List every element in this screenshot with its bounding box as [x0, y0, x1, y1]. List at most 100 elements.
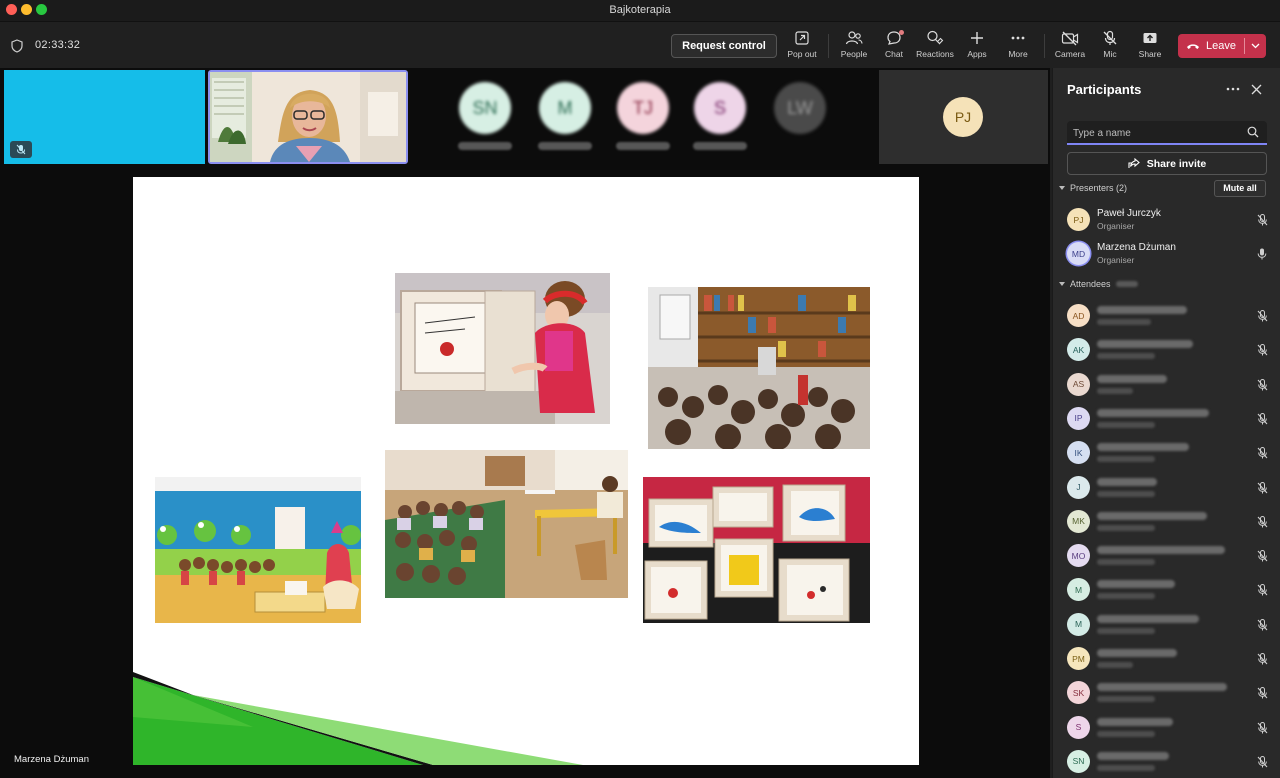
camera-label: Camera — [1054, 49, 1086, 59]
chat-button[interactable]: Chat — [872, 28, 916, 66]
participant-tile-shared[interactable] — [4, 70, 205, 164]
mic-off-icon[interactable] — [1257, 481, 1268, 499]
participant-role: Organiser — [1097, 221, 1135, 231]
mic-off-icon[interactable] — [1257, 549, 1268, 567]
mic-off-icon[interactable] — [1257, 343, 1268, 361]
strip-participant[interactable]: M — [535, 82, 595, 152]
meeting-stage: SN M TJ S LW PJ Marzena Dżuman — [0, 68, 1050, 778]
strip-participant-name-blurred — [458, 142, 512, 150]
strip-participant-name-blurred — [693, 142, 747, 150]
participant-role-blurred — [1097, 662, 1133, 668]
mic-off-icon[interactable] — [1257, 721, 1268, 739]
participant-row[interactable]: AD — [1067, 300, 1272, 332]
participant-name-blurred — [1097, 546, 1225, 555]
participant-row[interactable]: IK — [1067, 437, 1272, 469]
participant-row[interactable]: MD Marzena Dżuman Organiser — [1067, 238, 1272, 270]
people-button[interactable]: People — [832, 28, 876, 70]
participant-row[interactable]: AS — [1067, 369, 1272, 401]
participant-name-blurred — [1097, 717, 1173, 726]
mute-all-button[interactable]: Mute all — [1214, 180, 1266, 197]
participant-row[interactable]: M — [1067, 574, 1272, 606]
apps-icon — [971, 32, 983, 44]
leave-label: Leave — [1206, 40, 1236, 52]
strip-participant[interactable]: SN — [455, 82, 515, 152]
avatar: M — [539, 82, 591, 134]
people-label: People — [840, 49, 868, 59]
mic-off-icon — [1103, 30, 1117, 45]
leave-button[interactable]: Leave — [1178, 34, 1244, 58]
participant-search-input[interactable] — [1073, 125, 1243, 141]
participant-name-blurred — [1097, 374, 1167, 383]
pop-out-label: Pop out — [787, 49, 817, 59]
participant-row[interactable]: M — [1067, 609, 1272, 641]
mic-button[interactable]: Mic — [1088, 28, 1132, 66]
participant-row[interactable]: IP — [1067, 403, 1272, 435]
participant-role-blurred — [1097, 490, 1155, 497]
presenters-section-toggle[interactable]: Presenters (2) — [1059, 183, 1127, 193]
attendees-section-toggle[interactable]: Attendees — [1059, 279, 1138, 289]
participant-row[interactable]: PM — [1067, 643, 1272, 675]
panel-more-button[interactable] — [1223, 80, 1243, 98]
apps-label: Apps — [967, 49, 987, 59]
strip-participant[interactable]: LW — [770, 82, 830, 152]
meeting-toolbar: 02:33:32 Request control Pop out People … — [0, 22, 1280, 70]
mic-off-icon[interactable] — [1257, 515, 1268, 533]
participant-row[interactable]: SN — [1067, 746, 1272, 778]
participant-row[interactable]: AK — [1067, 334, 1272, 366]
muted-badge — [10, 141, 32, 158]
strip-participant-name-blurred — [616, 142, 670, 150]
presenters-header: Presenters (2) — [1070, 183, 1128, 193]
participant-row[interactable]: J — [1067, 472, 1272, 504]
camera-button[interactable]: Camera — [1048, 28, 1092, 66]
mic-off-icon[interactable] — [1257, 755, 1268, 773]
participant-role-blurred — [1097, 764, 1155, 771]
mic-off-icon[interactable] — [1257, 652, 1268, 670]
participant-row[interactable]: MK — [1067, 506, 1272, 538]
participant-row[interactable]: PJ Paweł Jurczyk Organiser — [1067, 204, 1272, 236]
strip-participant[interactable]: S — [690, 82, 750, 152]
mic-icon[interactable] — [1257, 247, 1267, 265]
share-invite-button[interactable]: Share invite — [1067, 152, 1267, 175]
avatar: J — [1067, 475, 1090, 499]
request-control-button[interactable]: Request control — [671, 34, 777, 58]
avatar: S — [694, 82, 746, 134]
meeting-timer: 02:33:32 — [35, 39, 81, 51]
mic-off-icon[interactable] — [1257, 309, 1268, 327]
participant-role-blurred — [1097, 559, 1155, 566]
participant-role-blurred — [1097, 730, 1155, 737]
pop-out-button[interactable]: Pop out — [780, 28, 824, 66]
share-button[interactable]: Share — [1128, 28, 1172, 66]
leave-options-button[interactable] — [1244, 34, 1266, 58]
attendees-header: Attendees — [1070, 279, 1111, 289]
mic-off-icon[interactable] — [1257, 583, 1268, 601]
mic-off-icon[interactable] — [1257, 213, 1268, 231]
participant-tile-pinned[interactable]: PJ — [879, 70, 1048, 164]
participant-video-tile[interactable] — [208, 70, 408, 164]
participant-role-blurred — [1097, 524, 1155, 531]
mic-off-icon[interactable] — [1257, 686, 1268, 704]
avatar: S — [1067, 715, 1090, 739]
mic-off-icon — [16, 144, 26, 155]
panel-close-button[interactable] — [1247, 80, 1265, 98]
slide-photo-library — [648, 287, 870, 449]
avatar: MK — [1067, 509, 1090, 533]
slide-decoration-stripes — [133, 672, 583, 765]
mic-off-icon[interactable] — [1257, 618, 1268, 636]
shared-presentation-slide — [133, 177, 919, 765]
participant-name-blurred — [1097, 649, 1177, 657]
strip-participant[interactable]: TJ — [613, 82, 673, 152]
chevron-down-icon — [1251, 43, 1259, 49]
participant-row[interactable]: SK — [1067, 677, 1272, 709]
reactions-button[interactable]: Reactions — [913, 28, 957, 66]
participant-row[interactable]: S — [1067, 712, 1272, 744]
mic-off-icon[interactable] — [1257, 446, 1268, 464]
share-invite-label: Share invite — [1146, 157, 1207, 170]
share-icon — [1128, 158, 1140, 168]
mic-off-icon[interactable] — [1257, 412, 1268, 430]
more-icon — [1011, 36, 1025, 40]
mic-off-icon[interactable] — [1257, 378, 1268, 396]
apps-button[interactable]: Apps — [955, 28, 999, 66]
participant-row[interactable]: MO — [1067, 540, 1272, 572]
participant-name-blurred — [1097, 511, 1207, 520]
more-button[interactable]: More — [996, 28, 1040, 66]
